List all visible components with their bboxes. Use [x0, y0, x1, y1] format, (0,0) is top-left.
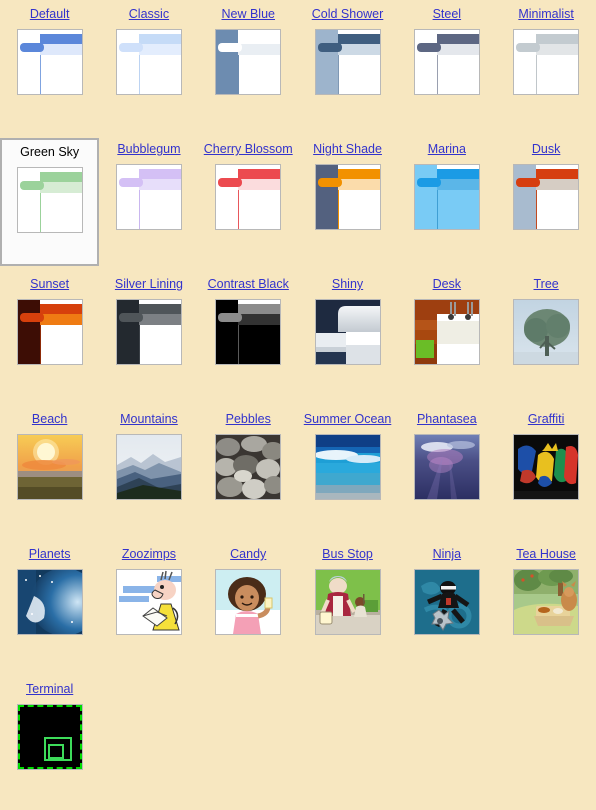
theme-label[interactable]: Summer Ocean [302, 411, 394, 428]
theme-option-cherry-blossom[interactable]: Cherry Blossom [199, 135, 298, 270]
theme-thumbnail-marina[interactable] [413, 164, 480, 230]
theme-thumbnail-shiny[interactable] [314, 299, 381, 365]
theme-label[interactable]: Classic [103, 6, 195, 23]
theme-option-tree[interactable]: Tree [496, 270, 595, 405]
theme-option-tea-house[interactable]: Tea House [496, 540, 595, 675]
theme-label[interactable]: Minimalist [500, 6, 592, 23]
theme-thumbnail-cherry-blossom[interactable] [215, 164, 282, 230]
theme-option-beach[interactable]: Beach [0, 405, 99, 540]
theme-label[interactable]: Marina [401, 141, 493, 158]
theme-label[interactable]: Desk [401, 276, 493, 293]
theme-thumbnail-sunset[interactable] [16, 299, 83, 365]
theme-label[interactable]: Ninja [401, 546, 493, 563]
theme-label[interactable]: Bus Stop [302, 546, 394, 563]
theme-thumbnail-desk[interactable] [413, 299, 480, 365]
theme-option-default[interactable]: Default [0, 0, 99, 135]
theme-option-pebbles[interactable]: Pebbles [199, 405, 298, 540]
theme-label[interactable]: Beach [4, 411, 96, 428]
theme-option-contrast-black[interactable]: Contrast Black [199, 270, 298, 405]
theme-option-classic[interactable]: Classic [99, 0, 198, 135]
thumb-terminal [17, 705, 82, 769]
theme-label[interactable]: Bubblegum [103, 141, 195, 158]
theme-label[interactable]: Mountains [103, 411, 195, 428]
theme-thumbnail-zoozimps[interactable] [115, 569, 182, 635]
theme-option-planets[interactable]: Planets [0, 540, 99, 675]
theme-option-desk[interactable]: Desk [397, 270, 496, 405]
theme-thumbnail-default[interactable] [16, 29, 83, 95]
theme-option-bus-stop[interactable]: Bus Stop [298, 540, 397, 675]
theme-label[interactable]: Cold Shower [302, 6, 394, 23]
theme-option-bubblegum[interactable]: Bubblegum [99, 135, 198, 270]
theme-thumbnail-planets[interactable] [16, 569, 83, 635]
theme-thumbnail-night-shade[interactable] [314, 164, 381, 230]
theme-option-terminal[interactable]: Terminal [0, 675, 99, 810]
theme-option-minimalist[interactable]: Minimalist [496, 0, 595, 135]
theme-thumbnail-graffiti[interactable] [513, 434, 580, 500]
theme-label[interactable]: Pebbles [202, 411, 294, 428]
theme-label[interactable]: Zoozimps [103, 546, 195, 563]
theme-option-new-blue[interactable]: New Blue [199, 0, 298, 135]
theme-thumbnail-bubblegum[interactable] [115, 164, 182, 230]
theme-option-silver-lining[interactable]: Silver Lining [99, 270, 198, 405]
theme-option-steel[interactable]: Steel [397, 0, 496, 135]
theme-label[interactable]: Night Shade [302, 141, 394, 158]
theme-option-marina[interactable]: Marina [397, 135, 496, 270]
theme-label[interactable]: Default [4, 6, 96, 23]
theme-thumbnail-contrast-black[interactable] [215, 299, 282, 365]
theme-label[interactable]: Tea House [500, 546, 592, 563]
theme-label[interactable]: Cherry Blossom [202, 141, 294, 158]
theme-grid: Default Classic New Blue Cold Shower Steel Mi… [0, 0, 596, 810]
theme-thumbnail-pebbles[interactable] [215, 434, 282, 500]
theme-thumbnail-mountains[interactable] [115, 434, 182, 500]
theme-label[interactable]: Sunset [4, 276, 96, 293]
theme-thumbnail-tea-house[interactable] [513, 569, 580, 635]
theme-option-cold-shower[interactable]: Cold Shower [298, 0, 397, 135]
theme-thumbnail-cold-shower[interactable] [314, 29, 381, 95]
theme-label[interactable]: Shiny [302, 276, 394, 293]
theme-thumbnail-dusk[interactable] [513, 164, 580, 230]
theme-label[interactable]: Candy [202, 546, 294, 563]
theme-option-sunset[interactable]: Sunset [0, 270, 99, 405]
theme-option-shiny[interactable]: Shiny [298, 270, 397, 405]
theme-thumbnail-candy[interactable] [215, 569, 282, 635]
theme-label[interactable]: Dusk [500, 141, 592, 158]
theme-thumbnail-ninja[interactable] [413, 569, 480, 635]
theme-thumbnail-green-sky[interactable] [16, 167, 83, 233]
theme-label[interactable]: Contrast Black [202, 276, 294, 293]
theme-label[interactable]: Graffiti [500, 411, 592, 428]
theme-option-mountains[interactable]: Mountains [99, 405, 198, 540]
theme-thumbnail-classic[interactable] [115, 29, 182, 95]
theme-option-candy[interactable]: Candy [199, 540, 298, 675]
theme-option-night-shade[interactable]: Night Shade [298, 135, 397, 270]
theme-thumbnail-terminal[interactable] [16, 704, 83, 770]
theme-label[interactable]: Planets [4, 546, 96, 563]
theme-option-graffiti[interactable]: Graffiti [496, 405, 595, 540]
theme-thumbnail-steel[interactable] [413, 29, 480, 95]
theme-thumbnail-silver-lining[interactable] [115, 299, 182, 365]
theme-thumbnail-minimalist[interactable] [513, 29, 580, 95]
theme-label[interactable]: New Blue [202, 6, 294, 23]
theme-option-dusk[interactable]: Dusk [496, 135, 595, 270]
theme-label[interactable]: Tree [500, 276, 592, 293]
theme-option-summer-ocean[interactable]: Summer Ocean [298, 405, 397, 540]
theme-option-ninja[interactable]: Ninja [397, 540, 496, 675]
theme-thumbnail-tree[interactable] [513, 299, 580, 365]
theme-thumbnail-new-blue[interactable] [215, 29, 282, 95]
theme-option-zoozimps[interactable]: Zoozimps [99, 540, 198, 675]
theme-thumbnail-summer-ocean[interactable] [314, 434, 381, 500]
theme-thumbnail-beach[interactable] [16, 434, 83, 500]
theme-option-phantasea[interactable]: Phantasea [397, 405, 496, 540]
theme-option-green-sky[interactable]: Green Sky [0, 138, 100, 266]
theme-thumbnail-phantasea[interactable] [413, 434, 480, 500]
theme-label[interactable]: Terminal [4, 681, 96, 698]
theme-label[interactable]: Phantasea [401, 411, 493, 428]
theme-thumbnail-bus-stop[interactable] [314, 569, 381, 635]
theme-label[interactable]: Silver Lining [103, 276, 195, 293]
theme-label: Green Sky [20, 145, 80, 159]
theme-label[interactable]: Steel [401, 6, 493, 23]
